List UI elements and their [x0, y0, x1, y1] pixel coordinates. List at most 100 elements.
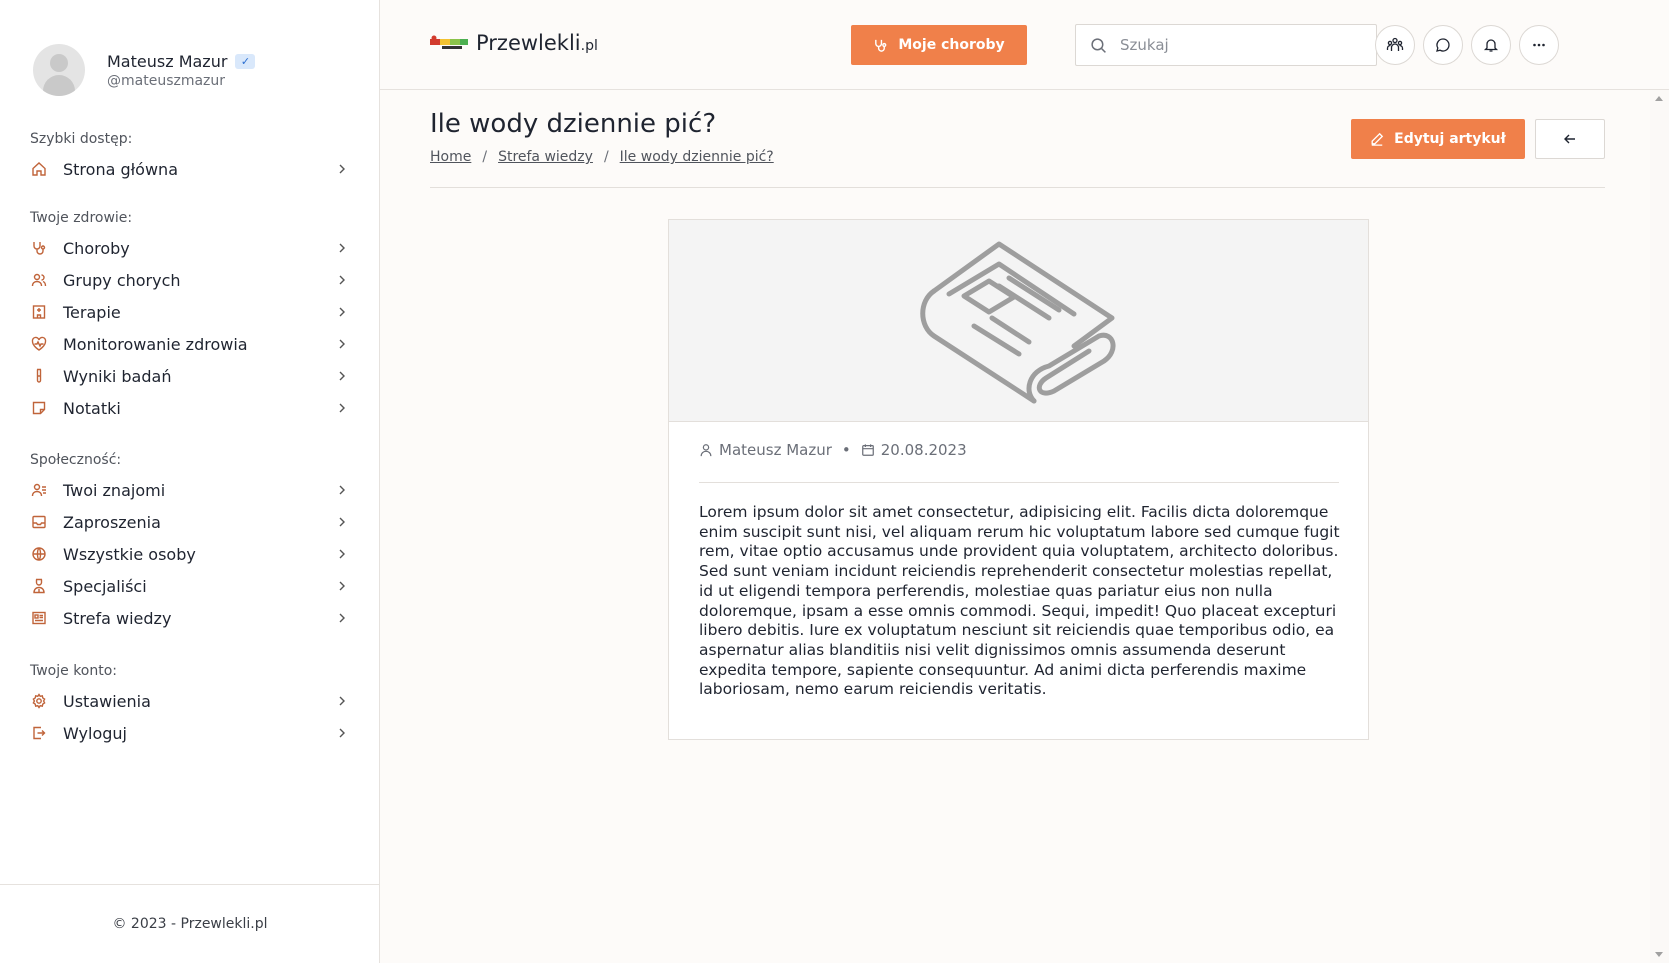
article-card: Mateusz Mazur • 20.08.2023 Lorem ipsum d…: [668, 219, 1369, 740]
sidebar-item-label: Specjaliści: [63, 576, 147, 596]
logo-text: Przewlekli.pl: [476, 31, 598, 55]
search-box[interactable]: [1075, 24, 1377, 66]
sidebar-item-label: Notatki: [63, 398, 121, 418]
arrow-left-icon: [1564, 134, 1575, 144]
chevron-right-icon: [339, 307, 345, 317]
article-author[interactable]: Mateusz Mazur: [719, 441, 832, 459]
users-icon: [1386, 37, 1404, 51]
more-icon: [1533, 43, 1545, 47]
my-diseases-button[interactable]: Moje choroby: [851, 25, 1027, 65]
chevron-right-icon: [339, 371, 345, 381]
sidebar-item-patient-groups[interactable]: Grupy chorych: [30, 264, 348, 296]
inbox-icon: [30, 513, 48, 531]
page-scrollbar[interactable]: [1650, 90, 1669, 963]
calendar-icon: [861, 444, 874, 456]
breadcrumb-separator: /: [603, 149, 609, 165]
section-title: Twoje konto:: [30, 663, 118, 679]
chevron-right-icon: [339, 728, 345, 738]
sidebar-item-notes[interactable]: Notatki: [30, 392, 348, 424]
sidebar-item-therapies[interactable]: Terapie: [30, 296, 348, 328]
user-list-icon: [30, 481, 48, 499]
messages-button[interactable]: [1423, 25, 1463, 65]
sidebar-item-invitations[interactable]: Zaproszenia: [30, 506, 348, 538]
section-title: Społeczność:: [30, 452, 122, 468]
article-date: 20.08.2023: [880, 441, 967, 459]
main-content: Ile wody dziennie pić? Home / Strefa wie…: [380, 90, 1650, 963]
pencil-icon: [1371, 132, 1384, 146]
sidebar-item-label: Wszystkie osoby: [63, 544, 196, 564]
sidebar-item-test-results[interactable]: Wyniki badań: [30, 360, 348, 392]
note-icon: [30, 399, 48, 417]
doctor-icon: [30, 577, 48, 595]
chevron-right-icon: [339, 696, 345, 706]
sidebar-item-label: Grupy chorych: [63, 270, 181, 290]
logo-name: Przewlekli: [476, 31, 581, 55]
sidebar-item-all-people[interactable]: Wszystkie osoby: [30, 538, 348, 570]
sidebar: Mateusz Mazur ✓ @mateuszmazur Szybki dos…: [0, 0, 380, 963]
sidebar-item-label: Monitorowanie zdrowia: [63, 334, 248, 354]
sidebar-item-friends[interactable]: Twoi znajomi: [30, 474, 348, 506]
breadcrumb: Home / Strefa wiedzy / Ile wody dziennie…: [430, 149, 774, 165]
sidebar-item-label: Wyniki badań: [63, 366, 172, 386]
sidebar-item-logout[interactable]: Wyloguj: [30, 717, 348, 749]
stethoscope-icon: [875, 39, 887, 52]
sidebar-item-label: Ustawienia: [63, 691, 151, 711]
users-icon: [30, 271, 48, 289]
profile-name: Mateusz Mazur: [107, 51, 228, 71]
gear-icon: [30, 692, 48, 710]
page-title: Ile wody dziennie pić?: [430, 109, 717, 139]
sidebar-item-diseases[interactable]: Choroby: [30, 232, 348, 264]
edit-article-label: Edytuj artykuł: [1394, 131, 1506, 147]
stethoscope-icon: [30, 239, 48, 257]
header-divider: [430, 187, 1605, 188]
breadcrumb-knowledge-zone[interactable]: Strefa wiedzy: [498, 149, 593, 165]
chevron-right-icon: [339, 517, 345, 527]
scroll-up-icon[interactable]: [1655, 96, 1663, 101]
search-icon: [1076, 37, 1120, 54]
breadcrumb-current[interactable]: Ile wody dziennie pić?: [620, 149, 774, 165]
chevron-right-icon: [339, 275, 345, 285]
edit-article-button[interactable]: Edytuj artykuł: [1351, 119, 1525, 159]
logo-suffix: .pl: [580, 38, 598, 54]
home-icon: [30, 160, 48, 178]
chevron-right-icon: [339, 485, 345, 495]
sidebar-item-specialists[interactable]: Specjaliści: [30, 570, 348, 602]
chevron-right-icon: [339, 581, 345, 591]
avatar[interactable]: [33, 44, 85, 96]
notifications-button[interactable]: [1471, 25, 1511, 65]
article-image: [669, 220, 1368, 422]
sidebar-item-home[interactable]: Strona główna: [30, 153, 348, 185]
sidebar-item-health-monitoring[interactable]: Monitorowanie zdrowia: [30, 328, 348, 360]
groups-button[interactable]: [1375, 25, 1415, 65]
user-profile[interactable]: Mateusz Mazur ✓ @mateuszmazur: [33, 44, 256, 96]
globe-icon: [30, 545, 48, 563]
heart-pulse-icon: [30, 335, 48, 353]
article-meta: Mateusz Mazur • 20.08.2023: [699, 441, 967, 459]
bell-icon: [1483, 39, 1499, 52]
sidebar-item-label: Twoi znajomi: [63, 480, 166, 500]
top-bar: Przewlekli.pl Moje choroby: [380, 0, 1669, 90]
more-options-button[interactable]: [1519, 25, 1559, 65]
test-tube-icon: [30, 367, 48, 385]
chevron-right-icon: [339, 613, 345, 623]
section-community: Społeczność: Twoi znajomi Zaproszenia Ws…: [30, 452, 348, 634]
sidebar-item-settings[interactable]: Ustawienia: [30, 685, 348, 717]
sidebar-item-label: Wyloguj: [63, 723, 127, 743]
sidebar-item-knowledge-zone[interactable]: Strefa wiedzy: [30, 602, 348, 634]
sidebar-footer: © 2023 - Przewlekli.pl: [0, 884, 380, 963]
chevron-right-icon: [339, 403, 345, 413]
section-title: Twoje zdrowie:: [30, 210, 133, 226]
section-health: Twoje zdrowie: Choroby Grupy chorych Ter…: [30, 210, 348, 424]
sidebar-item-label: Terapie: [63, 302, 121, 322]
chevron-right-icon: [339, 339, 345, 349]
meta-divider: [699, 482, 1339, 483]
scroll-down-icon[interactable]: [1655, 952, 1663, 957]
chevron-right-icon: [339, 549, 345, 559]
profile-handle: @mateuszmazur: [107, 72, 226, 89]
logo[interactable]: Przewlekli.pl: [430, 31, 598, 55]
breadcrumb-separator: /: [482, 149, 488, 165]
chevron-right-icon: [339, 243, 345, 253]
back-button[interactable]: [1535, 119, 1605, 159]
breadcrumb-home[interactable]: Home: [430, 149, 471, 165]
search-input[interactable]: [1120, 36, 1360, 54]
